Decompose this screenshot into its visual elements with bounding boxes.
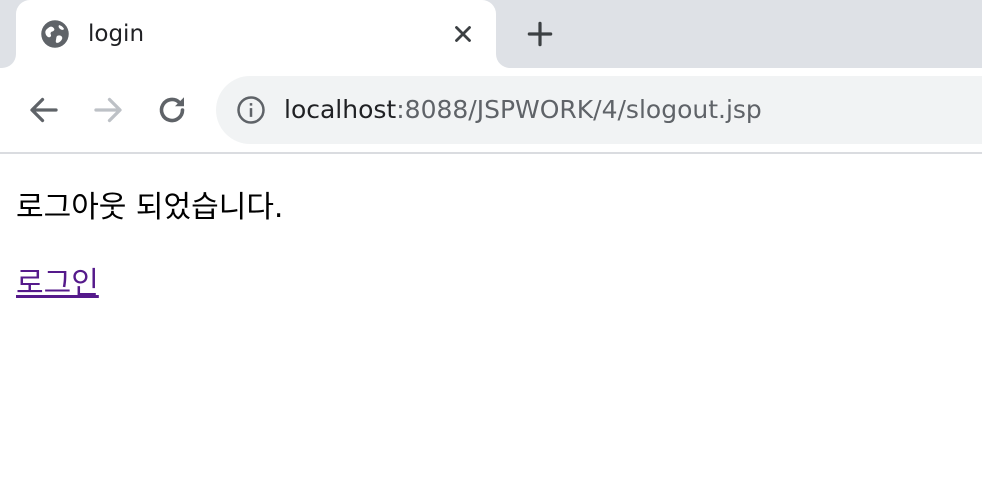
- url-host: localhost: [284, 95, 397, 124]
- close-icon[interactable]: [450, 21, 476, 47]
- browser-toolbar: localhost:8088/JSPWORK/4/slogout.jsp: [0, 68, 982, 154]
- url-text[interactable]: localhost:8088/JSPWORK/4/slogout.jsp: [284, 93, 762, 127]
- url-path: :8088/JSPWORK/4/slogout.jsp: [396, 95, 762, 124]
- globe-icon: [41, 20, 69, 48]
- reload-icon[interactable]: [154, 92, 190, 128]
- login-link[interactable]: 로그인: [16, 262, 99, 306]
- arrow-left-icon[interactable]: [26, 92, 62, 128]
- page-content: 로그아웃 되었습니다. 로그인: [16, 186, 284, 301]
- tab-corner-left: [0, 48, 16, 68]
- address-bar[interactable]: localhost:8088/JSPWORK/4/slogout.jsp: [216, 76, 982, 144]
- tab-strip: login: [0, 0, 982, 68]
- logout-message: 로그아웃 되었습니다.: [16, 190, 284, 225]
- tab-corner-right: [496, 48, 512, 68]
- info-icon[interactable]: [236, 95, 266, 125]
- arrow-right-icon[interactable]: [90, 92, 126, 128]
- plus-icon[interactable]: [524, 18, 556, 50]
- tab-title: login: [88, 21, 145, 47]
